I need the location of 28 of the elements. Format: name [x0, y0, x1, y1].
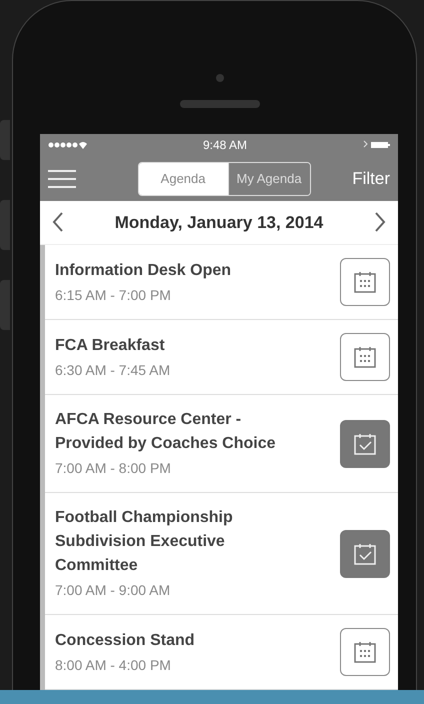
event-time: 7:00 AM - 9:00 AM: [55, 581, 172, 600]
date-label: Monday, January 13, 2014: [114, 212, 324, 234]
event-title: Information Desk Open: [55, 260, 232, 280]
calendar-icon: [352, 269, 378, 295]
event-title: AFCA Resource Center - Provided by Coaches Choice: [55, 410, 277, 454]
calendar-add-button[interactable]: [340, 628, 390, 676]
segment-tab[interactable]: My Agenda: [228, 162, 310, 195]
event-time: 6:15 AM - 7:00 PM: [55, 286, 172, 304]
calendar-check-button[interactable]: [340, 420, 390, 468]
calendar-icon: [352, 639, 378, 665]
signal-icon: [48, 140, 88, 150]
chevron-right-icon[interactable]: [374, 212, 386, 232]
battery-icon: [362, 140, 390, 150]
filter-button[interactable]: Filter: [352, 166, 390, 192]
segment-tab[interactable]: Agenda: [138, 162, 228, 195]
event-time: 8:00 AM - 4:00 PM: [55, 656, 172, 674]
menu-icon[interactable]: [48, 168, 76, 189]
event-time: 7:00 AM - 8:00 PM: [55, 459, 172, 478]
event-title: Football Championship Subdivision Executive Committee: [55, 508, 234, 576]
calendar-check-button[interactable]: [340, 530, 390, 578]
calendar-icon: [352, 344, 378, 370]
calendar-add-button[interactable]: [340, 333, 390, 381]
chevron-left-icon[interactable]: [52, 212, 64, 232]
calendar-add-button[interactable]: [340, 258, 390, 306]
event-title: FCA Breakfast: [55, 336, 166, 356]
status-time: 9:48 AM: [202, 137, 248, 154]
event-title: Concession Stand: [55, 630, 196, 650]
event-time: 6:30 AM - 7:45 AM: [55, 360, 172, 380]
